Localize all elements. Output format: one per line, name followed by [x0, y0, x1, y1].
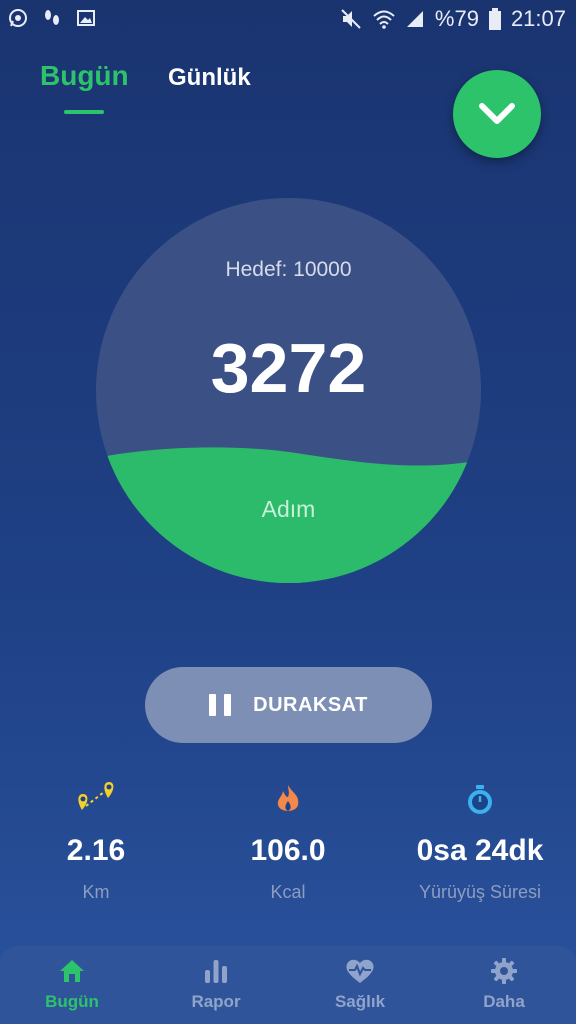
- calories-label: Kcal: [270, 882, 306, 902]
- flame-icon: [277, 785, 299, 811]
- step-progress-circle: Hedef: 10000 3272 Adım: [96, 198, 481, 583]
- wifi-icon: [373, 9, 395, 29]
- heart-pulse-icon: [346, 959, 374, 983]
- mute-icon: [339, 8, 363, 30]
- nav-health[interactable]: Sağlık: [288, 956, 432, 1012]
- duration-value: 0sa 24dk: [416, 834, 544, 867]
- pause-icon: [209, 694, 232, 716]
- chevron-down-icon: [479, 103, 515, 124]
- clock: 21:07: [510, 6, 566, 31]
- footsteps-icon: [42, 8, 62, 28]
- nav-more-label: Daha: [483, 992, 525, 1011]
- nav-report[interactable]: Rapor: [144, 956, 288, 1012]
- bottom-navigation: Bugün Rapor Sağlık Daha: [0, 946, 576, 1024]
- goal-label: Hedef: 10000: [225, 258, 352, 281]
- distance-label: Km: [82, 882, 110, 902]
- whatsapp-icon: [8, 8, 28, 28]
- tab-daily[interactable]: Günlük: [168, 64, 251, 92]
- step-unit: Adım: [261, 496, 316, 522]
- nav-today-label: Bugün: [45, 992, 99, 1011]
- calories-value: 106.0: [250, 834, 326, 867]
- nav-health-label: Sağlık: [334, 992, 386, 1011]
- battery-icon: [488, 8, 501, 30]
- duration-label: Yürüyüş Süresi: [418, 882, 542, 902]
- stopwatch-icon: [468, 785, 492, 814]
- battery-percent: %79: [434, 6, 479, 31]
- expand-button[interactable]: [453, 70, 541, 158]
- bar-chart-icon: [205, 960, 227, 983]
- route-pin-icon: [78, 782, 114, 810]
- system-status: %79 21:07: [339, 6, 566, 32]
- pause-button-label: DURAKSAT: [253, 693, 368, 716]
- notification-icons: [8, 8, 96, 28]
- gear-icon: [491, 958, 517, 984]
- stat-duration: 0sa 24dk Yürüyüş Süresi: [384, 780, 576, 903]
- signal-icon: [405, 9, 425, 29]
- nav-more[interactable]: Daha: [432, 956, 576, 1012]
- home-icon: [60, 960, 84, 982]
- nav-report-label: Rapor: [191, 992, 241, 1011]
- image-icon: [76, 8, 96, 28]
- nav-today[interactable]: Bugün: [0, 956, 144, 1012]
- stat-distance: 2.16 Km: [0, 780, 192, 903]
- active-tab-indicator: [64, 110, 104, 114]
- step-count: 3272: [210, 329, 367, 407]
- status-bar: %79 21:07: [0, 0, 576, 38]
- tab-today[interactable]: Bugün: [40, 60, 129, 92]
- distance-value: 2.16: [66, 834, 126, 867]
- pause-button[interactable]: DURAKSAT: [145, 667, 432, 743]
- stat-calories: 106.0 Kcal: [192, 780, 384, 903]
